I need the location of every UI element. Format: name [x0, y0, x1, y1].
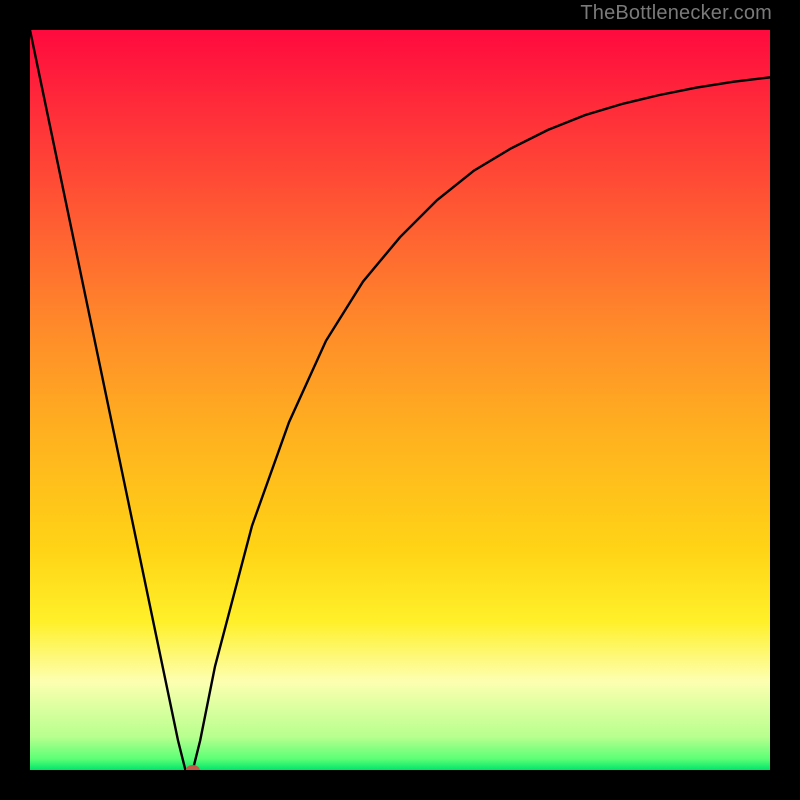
chart-frame: TheBottlenecker.com — [0, 0, 800, 800]
plot-background — [30, 30, 770, 770]
watermark-text: TheBottlenecker.com — [580, 2, 772, 25]
bottleneck-chart — [30, 30, 770, 770]
